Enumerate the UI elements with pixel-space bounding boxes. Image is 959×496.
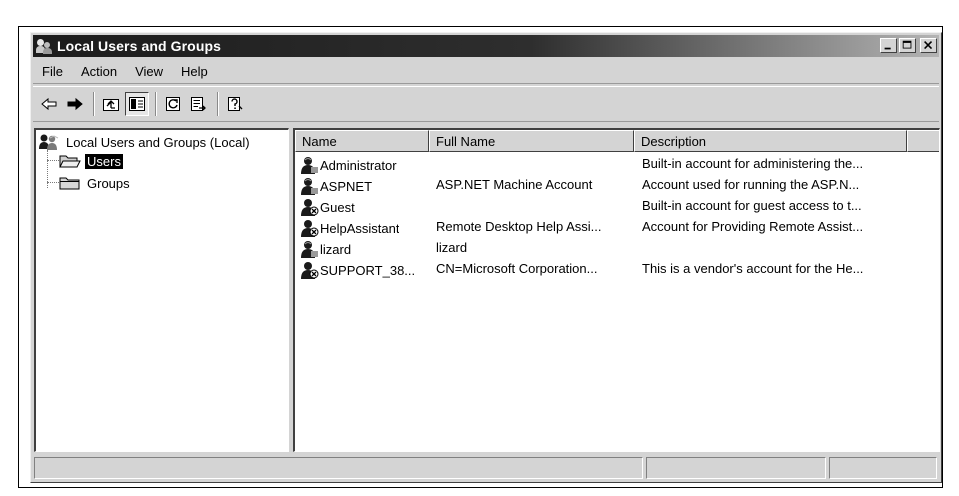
cell-full-name: ASP.NET Machine Account bbox=[436, 177, 593, 192]
user-name: Administrator bbox=[320, 157, 397, 173]
back-arrow-icon bbox=[41, 97, 57, 111]
user-disabled-icon bbox=[301, 199, 319, 216]
forward-arrow-icon bbox=[67, 97, 83, 111]
toolbar-separator bbox=[93, 92, 95, 116]
refresh-button[interactable] bbox=[161, 92, 185, 116]
cell-name: SUPPORT_38... bbox=[299, 261, 415, 279]
table-row[interactable]: HelpAssistant Remote Desktop Help Assi..… bbox=[295, 217, 939, 238]
tree-node-users[interactable]: Users bbox=[59, 152, 123, 170]
up-one-level-button[interactable] bbox=[99, 92, 123, 116]
list-rows: Administrator Built-in account for admin… bbox=[295, 154, 939, 280]
tree-root-label: Local Users and Groups (Local) bbox=[66, 134, 250, 150]
status-bar bbox=[34, 457, 940, 479]
cell-name: HelpAssistant bbox=[299, 219, 399, 237]
menu-help[interactable]: Help bbox=[172, 64, 217, 79]
help-button[interactable] bbox=[223, 92, 247, 116]
minimize-icon bbox=[884, 47, 891, 50]
minimize-button[interactable] bbox=[880, 38, 897, 53]
cell-description: Built-in account for administering the..… bbox=[642, 156, 864, 171]
user-disabled-icon bbox=[301, 220, 319, 237]
back-button[interactable] bbox=[37, 92, 61, 116]
user-name: HelpAssistant bbox=[320, 220, 400, 236]
tree-root[interactable]: Local Users and Groups (Local) bbox=[38, 133, 252, 151]
cell-full-name: lizard bbox=[436, 240, 468, 255]
column-header-name[interactable]: Name bbox=[295, 130, 429, 152]
console-tree[interactable]: Local Users and Groups (Local) Users Gro… bbox=[34, 128, 289, 452]
cell-description: This is a vendor's account for the He... bbox=[642, 261, 864, 276]
users-icon bbox=[36, 38, 54, 54]
user-name: Guest bbox=[320, 199, 355, 215]
table-row[interactable]: Administrator Built-in account for admin… bbox=[295, 154, 939, 175]
user-icon bbox=[301, 241, 318, 258]
cell-name: ASPNET bbox=[299, 177, 372, 195]
column-header-filler bbox=[907, 130, 939, 152]
status-panel bbox=[34, 457, 643, 479]
toolbar bbox=[33, 86, 939, 122]
menu-file[interactable]: File bbox=[33, 64, 72, 79]
cell-full-name: CN=Microsoft Corporation... bbox=[436, 261, 598, 276]
user-name: lizard bbox=[320, 241, 352, 257]
window-controls bbox=[880, 38, 937, 53]
maximize-button[interactable] bbox=[899, 38, 916, 53]
mmc-window: Local Users and Groups File Action View … bbox=[30, 32, 942, 483]
show-hide-tree-icon bbox=[129, 97, 145, 111]
cell-description: Account used for running the ASP.N... bbox=[642, 177, 860, 192]
cell-full-name: Remote Desktop Help Assi... bbox=[436, 219, 602, 234]
table-row[interactable]: ASPNET ASP.NET Machine Account Account u… bbox=[295, 175, 939, 196]
column-header-description[interactable]: Description bbox=[634, 130, 907, 152]
folder-icon bbox=[59, 177, 80, 190]
cell-name: Guest bbox=[299, 198, 355, 216]
close-icon bbox=[924, 41, 933, 50]
show-hide-console-tree-button[interactable] bbox=[125, 92, 149, 116]
help-icon bbox=[228, 97, 243, 111]
cell-description: Account for Providing Remote Assist... bbox=[642, 219, 864, 234]
export-list-icon bbox=[191, 97, 206, 111]
tree-connector bbox=[47, 182, 59, 183]
column-header-full-name[interactable]: Full Name bbox=[429, 130, 634, 152]
tree-node-groups[interactable]: Groups bbox=[59, 174, 132, 192]
tree-node-label: Users bbox=[85, 153, 123, 169]
menu-bar: File Action View Help bbox=[33, 60, 939, 84]
maximize-icon bbox=[902, 40, 912, 49]
user-name: ASPNET bbox=[320, 178, 373, 194]
cell-name: Administrator bbox=[299, 156, 397, 174]
toolbar-separator bbox=[217, 92, 219, 116]
status-panel bbox=[829, 457, 937, 479]
table-row[interactable]: lizard lizard bbox=[295, 238, 939, 259]
menu-action[interactable]: Action bbox=[72, 64, 126, 79]
title-bar[interactable]: Local Users and Groups bbox=[33, 35, 939, 57]
details-list[interactable]: Name Full Name Description Administrator… bbox=[293, 128, 940, 452]
users-groups-icon bbox=[39, 134, 59, 150]
user-disabled-icon bbox=[301, 262, 319, 279]
status-panel bbox=[646, 457, 826, 479]
open-folder-icon bbox=[59, 155, 81, 168]
user-icon bbox=[301, 178, 318, 195]
cell-name: lizard bbox=[299, 240, 351, 258]
user-icon bbox=[301, 157, 318, 174]
table-row[interactable]: Guest Built-in account for guest access … bbox=[295, 196, 939, 217]
cell-description: Built-in account for guest access to t..… bbox=[642, 198, 862, 213]
table-row[interactable]: SUPPORT_38... CN=Microsoft Corporation..… bbox=[295, 259, 939, 280]
close-button[interactable] bbox=[920, 38, 937, 53]
user-name: SUPPORT_38... bbox=[320, 262, 416, 278]
toolbar-separator bbox=[155, 92, 157, 116]
up-folder-icon bbox=[103, 99, 119, 111]
export-list-button[interactable] bbox=[187, 92, 211, 116]
tree-node-label: Groups bbox=[87, 175, 130, 191]
tree-connector bbox=[47, 160, 59, 161]
menu-view[interactable]: View bbox=[126, 64, 172, 79]
refresh-icon bbox=[166, 97, 180, 111]
list-header: Name Full Name Description bbox=[295, 130, 939, 152]
window-title: Local Users and Groups bbox=[57, 38, 222, 54]
forward-button[interactable] bbox=[63, 92, 87, 116]
